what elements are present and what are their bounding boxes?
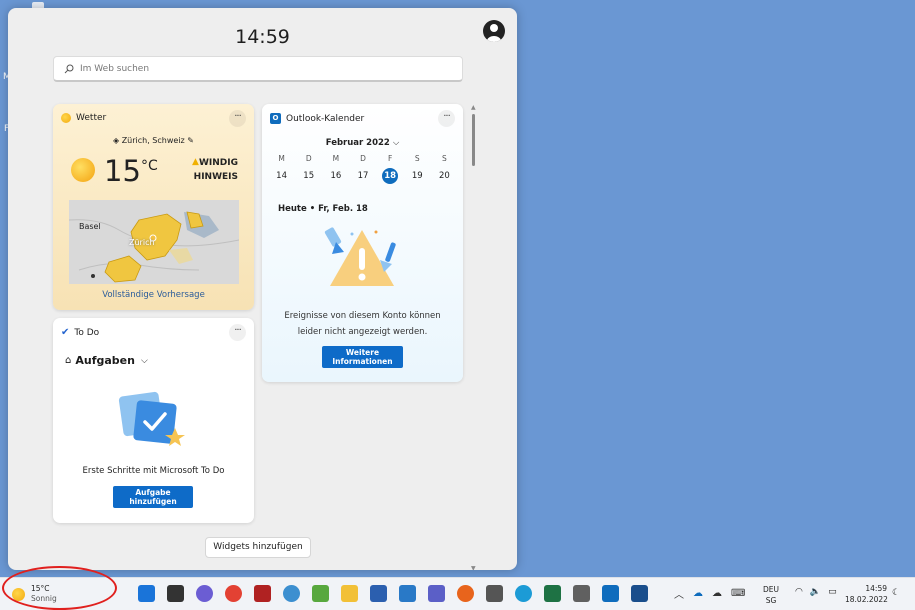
weather-more-button[interactable]: ··· (229, 110, 246, 127)
search-input[interactable] (80, 63, 440, 74)
chevron-down-icon: ⌵ (392, 138, 400, 148)
app-gray-icon[interactable] (571, 583, 592, 604)
volume-icon: 🔈 (809, 587, 822, 597)
taskbar: 15°C Sonnig ︿ ☁ ☁ ⌨ DEU SG ◠ 🔈 ▭ 14:59 1… (0, 577, 915, 610)
warning-illustration-icon (324, 227, 396, 286)
weather-sun-icon (61, 113, 71, 123)
calendar-week-grid: M D M D F S S 14 15 16 17 18 19 20 (268, 154, 458, 184)
weekday-label: S (442, 154, 447, 163)
todo-widget[interactable]: ✔ To Do ··· ⌂ Aufgaben ⌵ Erste Schritte … (53, 318, 254, 523)
map-label-basel: Basel (79, 222, 101, 231)
temperature-unit: °C (141, 158, 158, 174)
app-red-icon[interactable] (252, 583, 273, 604)
word-icon[interactable] (368, 583, 389, 604)
today-label: Heute • Fr, Feb. 18 (278, 204, 368, 214)
outlook-more-button[interactable]: ··· (438, 110, 455, 127)
calendar-day[interactable]: 19 (404, 168, 431, 184)
todo-title: To Do (74, 327, 100, 338)
wind-warning[interactable]: WINDIG HINWEIS (192, 156, 238, 184)
globe-icon[interactable] (281, 583, 302, 604)
sunny-icon (71, 158, 95, 182)
todo-more-button[interactable]: ··· (229, 324, 246, 341)
add-task-button[interactable]: Aufgabe hinzufügen (113, 486, 193, 508)
system-tray: ︿ ☁ ☁ ⌨ (674, 586, 745, 601)
weekday-label: D (305, 154, 312, 163)
weekday-label: F (387, 154, 393, 163)
teams-icon[interactable] (426, 583, 447, 604)
calendar-day[interactable]: 16 (322, 168, 349, 184)
outlook-title: Outlook-Kalender (286, 113, 365, 124)
battery-icon: ▭ (828, 587, 837, 597)
taskbar-clock[interactable]: 14:59 18.02.2022 (845, 583, 888, 605)
calendar-day[interactable]: 17 (349, 168, 376, 184)
table-app-icon[interactable] (397, 583, 418, 604)
weekday-label: D (360, 154, 366, 163)
quick-settings[interactable]: ◠ 🔈 ▭ (795, 587, 837, 597)
todo-list-selector[interactable]: ⌂ Aufgaben ⌵ (65, 354, 148, 367)
task-view-icon[interactable] (165, 583, 186, 604)
weather-widget[interactable]: Wetter ··· ◈ Zürich, Schweiz ✎ 15 °C ▲ W… (53, 104, 254, 310)
web-search-box[interactable] (53, 56, 463, 82)
calendar-error-message: Ereignisse von diesem Konto können leide… (284, 311, 441, 337)
wifi-icon: ◠ (795, 587, 803, 597)
excel-icon[interactable] (542, 583, 563, 604)
home-icon: ⌂ (65, 355, 72, 366)
rss-app-icon[interactable] (484, 583, 505, 604)
scroll-thumb[interactable] (472, 114, 475, 166)
calendar-month-selector[interactable]: Februar 2022 ⌵ (262, 138, 463, 148)
remote-app-icon[interactable] (629, 583, 650, 604)
chevron-down-icon: ⌵ (140, 355, 148, 366)
add-widgets-button[interactable]: Widgets hinzufügen (205, 537, 311, 558)
outlook-calendar-widget[interactable]: O Outlook-Kalender ··· Februar 2022 ⌵ M … (262, 104, 463, 382)
todo-check-icon: ✔ (61, 327, 70, 338)
calendar-day[interactable]: 15 (295, 168, 322, 184)
input-language-indicator[interactable]: DEU SG (763, 584, 779, 606)
weather-title: Wetter (76, 113, 107, 123)
full-forecast-link[interactable]: Vollständige Vorhersage (53, 290, 254, 300)
cloud-icon[interactable]: ☁ (712, 588, 722, 599)
weekday-label: M (332, 154, 340, 163)
location-text: Zürich, Schweiz (121, 136, 185, 145)
map-label-zurich: Zürich (129, 238, 155, 247)
outlook-icon[interactable] (600, 583, 621, 604)
chat-icon[interactable] (194, 583, 215, 604)
weekday-label: M (278, 154, 285, 163)
chevron-up-icon[interactable]: ︿ (674, 586, 684, 601)
highlight-circle-annotation (2, 566, 117, 610)
search-icon (64, 64, 74, 73)
weekday-label: S (414, 154, 420, 163)
edge-icon[interactable] (513, 583, 534, 604)
calendar-day[interactable]: 20 (431, 168, 458, 184)
location-pin-icon: ◈ (112, 136, 120, 145)
panel-scrollbar[interactable]: ▲ ▼ (470, 104, 478, 570)
widgets-panel: 14:59 ▲ ▼ Wetter ··· ◈ Zürich, Schweiz ✎… (8, 8, 517, 570)
outlook-icon: O (270, 113, 281, 124)
panel-clock: 14:59 (235, 26, 290, 48)
more-info-button[interactable]: Weitere Informationen (322, 346, 403, 368)
taskbar-app-icons (136, 583, 650, 604)
notification-moon-icon[interactable]: ☾ (892, 588, 900, 598)
edit-pencil-icon[interactable]: ✎ (187, 136, 194, 145)
calendar-day[interactable]: 14 (268, 168, 295, 184)
onedrive-icon[interactable]: ☁ (693, 588, 703, 599)
todo-list-name: Aufgaben (75, 354, 135, 367)
scroll-up-icon[interactable]: ▲ (471, 104, 476, 111)
image-app-icon[interactable] (310, 583, 331, 604)
profile-avatar-icon[interactable] (483, 20, 505, 42)
file-explorer-icon[interactable] (339, 583, 360, 604)
keyboard-icon[interactable]: ⌨ (731, 588, 745, 599)
weather-map[interactable]: Basel Zürich (69, 200, 239, 284)
calendar-day-today[interactable]: 18 (377, 168, 404, 184)
scroll-down-icon[interactable]: ▼ (471, 565, 476, 570)
todo-illustration-icon (118, 391, 185, 446)
chrome-icon[interactable] (223, 583, 244, 604)
weather-location[interactable]: ◈ Zürich, Schweiz ✎ (53, 136, 254, 145)
firefox-icon[interactable] (455, 583, 476, 604)
todo-empty-text: Erste Schritte mit Microsoft To Do (82, 466, 225, 476)
start-icon[interactable] (136, 583, 157, 604)
temperature-value: 15 (104, 154, 141, 188)
